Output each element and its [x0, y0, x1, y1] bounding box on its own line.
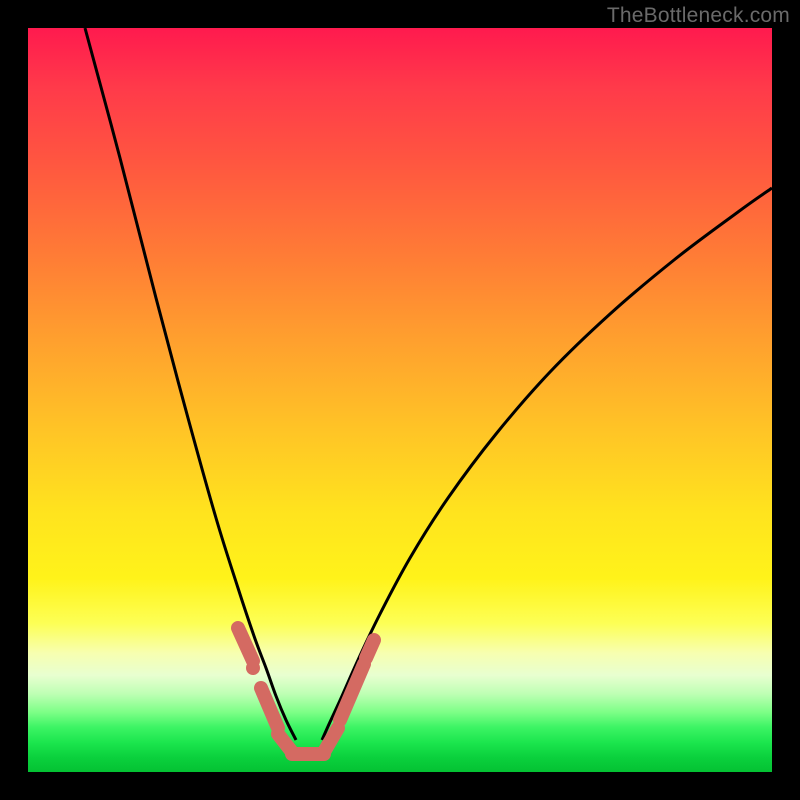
curve-layer	[28, 28, 772, 772]
left-curve	[85, 28, 296, 740]
chart-frame: TheBottleneck.com	[0, 0, 800, 800]
bottleneck-overlay-seg-0	[238, 628, 253, 661]
right-curve	[322, 188, 772, 740]
watermark-text: TheBottleneck.com	[607, 4, 790, 28]
bottleneck-overlay-seg-7	[366, 640, 374, 658]
plot-area	[28, 28, 772, 772]
